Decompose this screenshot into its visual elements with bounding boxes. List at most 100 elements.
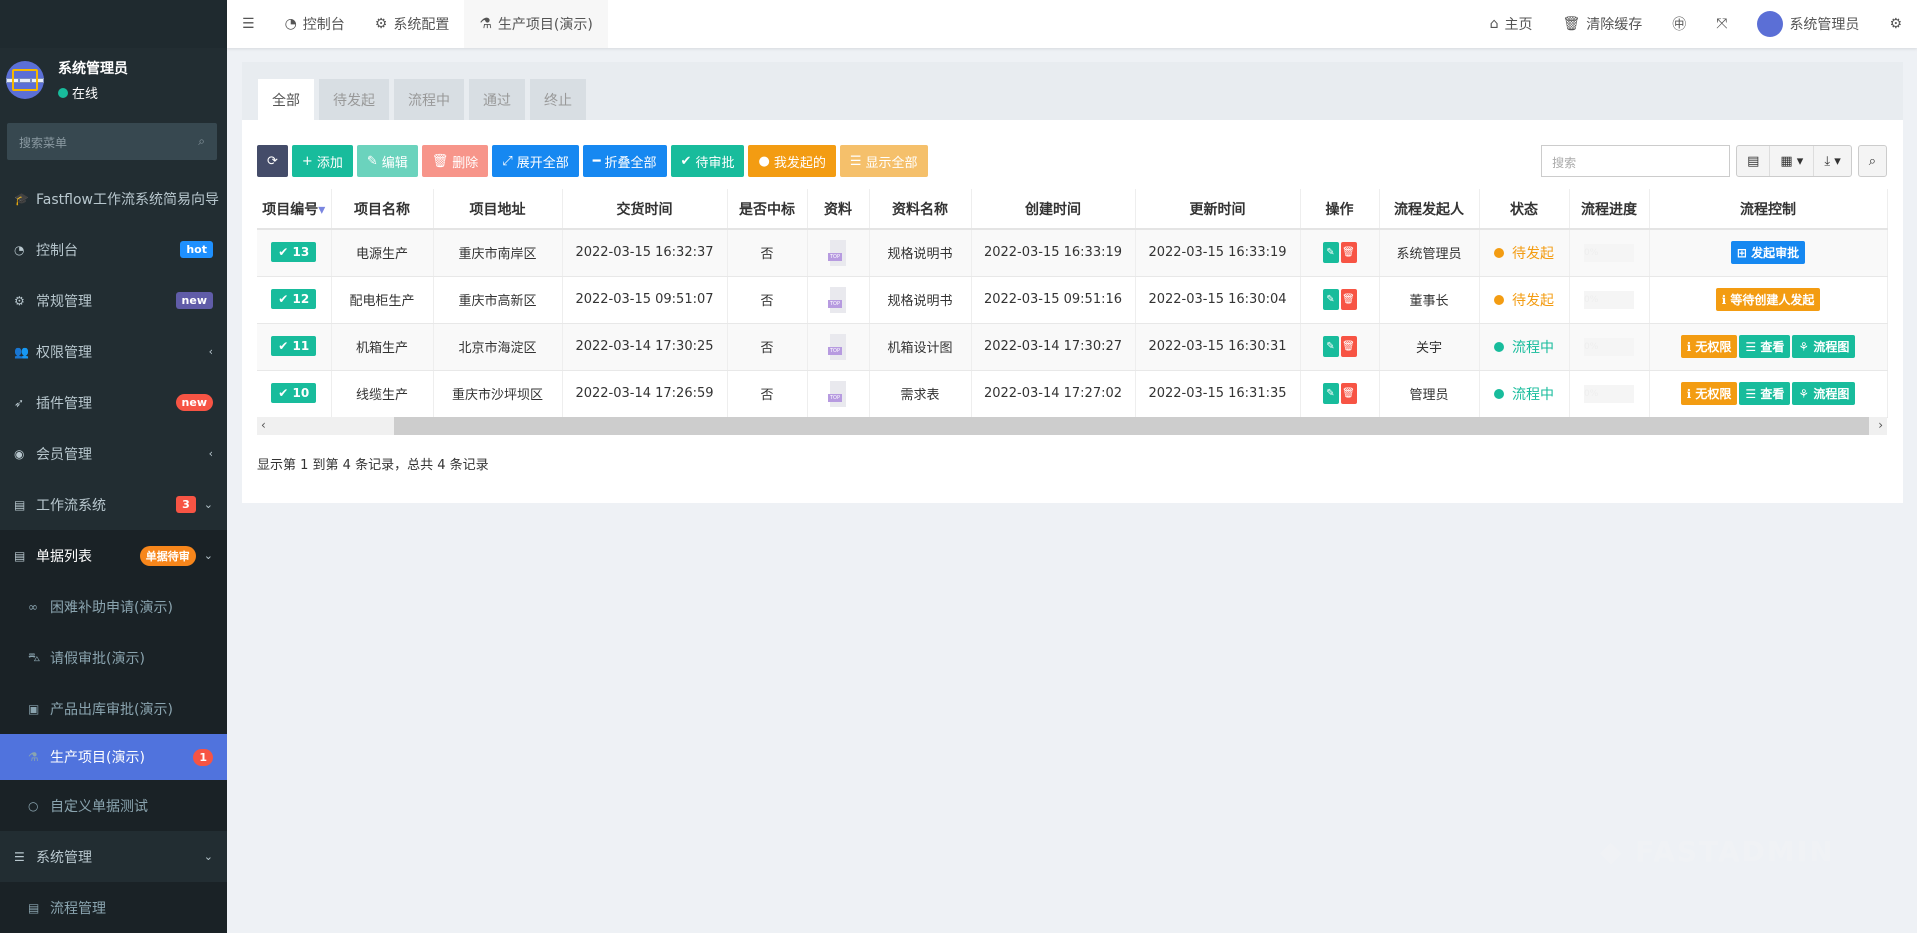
column-header[interactable]: 资料名称 — [869, 189, 971, 229]
toggle-view-button[interactable]: ▤ — [1737, 146, 1770, 176]
tab-dashboard[interactable]: ◔控制台 — [270, 0, 360, 48]
toolbar-button[interactable]: ☰显示全部 — [840, 145, 928, 177]
edit-button[interactable]: ✎ — [1323, 242, 1339, 263]
flow-control-button[interactable]: ⊞ 发起审批 — [1731, 241, 1805, 264]
table-cell: ✎🗑 — [1300, 276, 1379, 323]
sidebar-item[interactable]: ▣产品出库审批(演示) — [0, 683, 227, 734]
column-header[interactable]: 项目地址 — [433, 189, 562, 229]
delete-button[interactable]: 🗑 — [1341, 289, 1357, 310]
sidebar-item[interactable]: ⚗生产项目(演示)1 — [0, 734, 227, 780]
toolbar-button[interactable]: ⟳ — [257, 145, 288, 177]
status-tab[interactable]: 全部 — [258, 79, 314, 120]
status-dot-icon — [1494, 342, 1504, 352]
advanced-search-button[interactable]: ⌕ — [1859, 146, 1886, 176]
sidebar-item[interactable]: ⚙常规管理new — [0, 275, 227, 326]
tab-label: 生产项目(演示) — [498, 14, 593, 34]
cell-doc: 需求表 — [869, 370, 971, 417]
column-header[interactable]: 流程发起人 — [1379, 189, 1479, 229]
project-id: 10 — [293, 386, 310, 400]
toolbar-button[interactable]: ✎编辑 — [357, 145, 418, 177]
toolbar-button[interactable]: 🗑删除 — [422, 145, 489, 177]
sidebar-item[interactable]: ⛍请假审批(演示) — [0, 632, 227, 683]
status-tab[interactable]: 待发起 — [319, 79, 389, 120]
sidebar-item-label: 系统管理 — [36, 847, 92, 867]
toolbar-button[interactable]: ━折叠全部 — [583, 145, 667, 177]
home-link[interactable]: ⌂主页 — [1475, 0, 1548, 48]
edit-button[interactable]: ✎ — [1323, 383, 1339, 404]
sidebar-item[interactable]: ▤单据列表单据待审⌄ — [0, 530, 227, 581]
button-label: 编辑 — [382, 152, 408, 171]
sidebar-item[interactable]: ➶插件管理new — [0, 377, 227, 428]
file-icon[interactable]: TOP — [830, 381, 846, 407]
sidebar-item[interactable]: ◉会员管理‹ — [0, 428, 227, 479]
scroll-left-icon[interactable]: ‹ — [261, 418, 266, 432]
sidebar-item[interactable]: ○自定义单据测试 — [0, 780, 227, 831]
sidebar-item-meta: hot — [180, 241, 213, 258]
column-header[interactable]: 流程进度 — [1569, 189, 1649, 229]
flow-control-button[interactable]: ℹ 无权限 — [1681, 335, 1738, 358]
edit-button[interactable]: ✎ — [1323, 289, 1339, 310]
status-tab[interactable]: 终止 — [530, 79, 586, 120]
delete-button[interactable]: 🗑 — [1341, 383, 1357, 404]
settings-button[interactable]: ⚙ — [1874, 0, 1917, 48]
column-header[interactable]: 创建时间 — [971, 189, 1135, 229]
column-header[interactable]: 更新时间 — [1135, 189, 1300, 229]
language-button[interactable]: ㊥ — [1657, 0, 1701, 48]
column-header[interactable]: 操作 — [1300, 189, 1379, 229]
sidebar-item[interactable]: ☰系统管理⌄ — [0, 831, 227, 882]
flow-control-button[interactable]: ☰ 查看 — [1739, 382, 1790, 405]
export-dropdown-button[interactable]: ⤓ ▾ — [1814, 146, 1850, 176]
flow-control-button[interactable]: ℹ 等待创建人发起 — [1716, 288, 1821, 311]
scrollbar-thumb[interactable] — [394, 417, 1869, 435]
sidebar-item[interactable]: 👥权限管理‹ — [0, 326, 227, 377]
horizontal-scrollbar[interactable]: ‹› — [257, 417, 1887, 435]
delete-button[interactable]: 🗑 — [1341, 242, 1357, 263]
table-cell: 待发起 — [1479, 229, 1569, 276]
scroll-right-icon[interactable]: › — [1878, 418, 1883, 432]
clear-cache-button[interactable]: 🗑清除缓存 — [1547, 0, 1657, 48]
button-label: 折叠全部 — [605, 152, 657, 171]
toolbar-button[interactable]: ⤢展开全部 — [492, 145, 578, 177]
table-search-input[interactable]: 搜索 — [1541, 145, 1730, 177]
sidebar-item[interactable]: ▤流程管理 — [0, 882, 227, 933]
avatar — [1757, 11, 1783, 37]
sidebar-item[interactable]: ∞困难补助申请(演示) — [0, 581, 227, 632]
flow-control-button[interactable]: ⚘ 流程图 — [1792, 382, 1855, 405]
flow-control-button[interactable]: ℹ 无权限 — [1681, 382, 1738, 405]
file-icon[interactable]: TOP — [830, 334, 846, 360]
column-header[interactable]: 资料 — [807, 189, 869, 229]
column-header[interactable]: 流程控制 — [1649, 189, 1887, 229]
delete-button[interactable]: 🗑 — [1341, 336, 1357, 357]
column-header[interactable]: 项目编号▾ — [257, 189, 331, 229]
file-icon[interactable]: TOP — [830, 240, 846, 266]
column-header[interactable]: 状态 — [1479, 189, 1569, 229]
status-tab[interactable]: 流程中 — [394, 79, 464, 120]
chevron-down-icon: ⌄ — [204, 498, 213, 511]
cell-name: 电源生产 — [331, 229, 433, 276]
sidebar-toggle-button[interactable]: ☰ — [227, 0, 270, 48]
column-header[interactable]: 项目名称 — [331, 189, 433, 229]
toolbar-button[interactable]: +添加 — [292, 145, 353, 177]
sidebar-item[interactable]: 🎓Fastflow工作流系统简易向导 — [0, 173, 227, 224]
toolbar-button[interactable]: ●我发起的 — [748, 145, 835, 177]
toolbar-button[interactable]: ✔待审批 — [671, 145, 745, 177]
control-label: 等待创建人发起 — [1730, 293, 1814, 307]
sidebar-item[interactable]: ▤工作流系统3⌄ — [0, 479, 227, 530]
cell-delivery: 2022-03-14 17:30:25 — [562, 323, 727, 370]
flow-control-button[interactable]: ⚘ 流程图 — [1792, 335, 1855, 358]
column-header[interactable]: 交货时间 — [562, 189, 727, 229]
cogs-icon: ⚙ — [14, 294, 36, 308]
button-label: 删除 — [452, 152, 478, 171]
edit-button[interactable]: ✎ — [1323, 336, 1339, 357]
menu-search-input[interactable]: 搜索菜单⌕ — [7, 123, 217, 160]
columns-dropdown-button[interactable]: ▦ ▾ — [1770, 146, 1814, 176]
status-tab[interactable]: 通过 — [469, 79, 525, 120]
column-header[interactable]: 是否中标 — [727, 189, 807, 229]
sidebar-item[interactable]: ◔控制台hot — [0, 224, 227, 275]
flow-control-button[interactable]: ☰ 查看 — [1739, 335, 1790, 358]
fullscreen-button[interactable]: ⤧ — [1701, 0, 1742, 48]
file-icon[interactable]: TOP — [830, 287, 846, 313]
tab-production-project[interactable]: ⚗生产项目(演示) — [464, 0, 608, 48]
user-menu[interactable]: 系统管理员 — [1742, 0, 1874, 48]
tab-system-config[interactable]: ⚙系统配置 — [360, 0, 465, 48]
